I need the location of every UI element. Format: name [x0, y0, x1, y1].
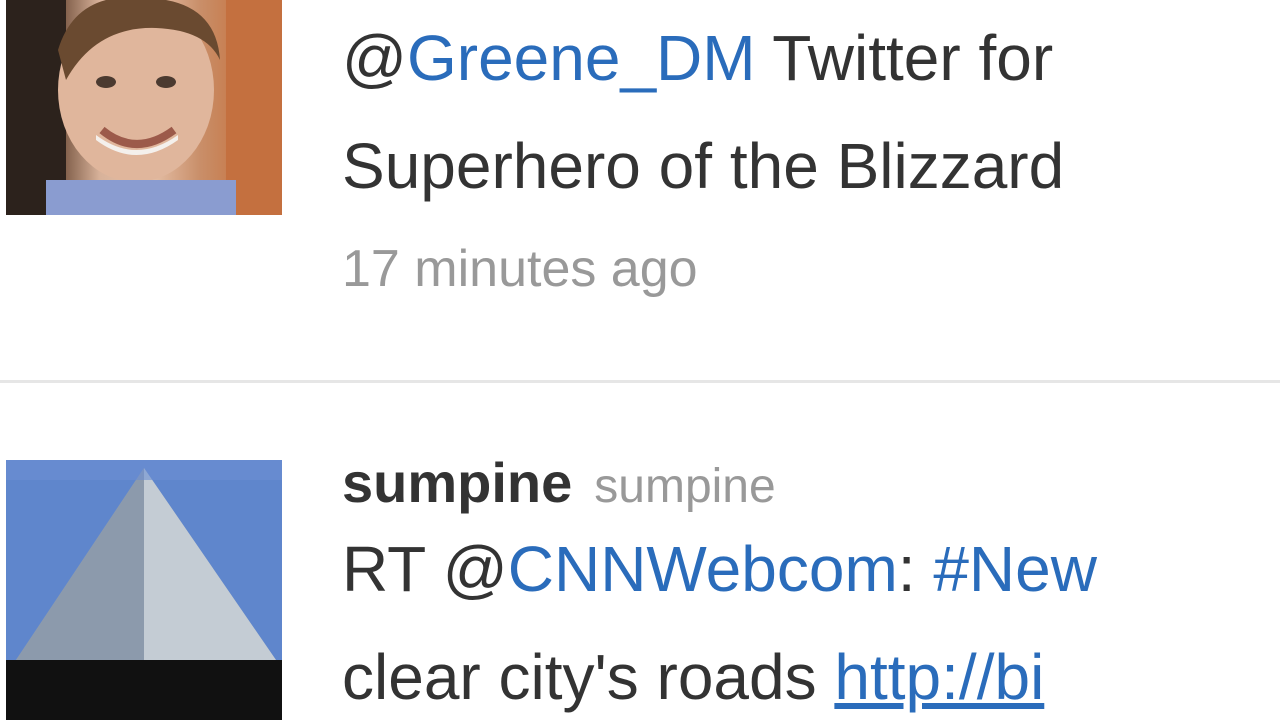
timestamp-link[interactable]: 17 minutes ago — [342, 240, 698, 298]
url-link[interactable]: http://bi — [834, 641, 1044, 713]
tweet-item: sumpine sumpine RT @CNNWebcom: #New clear… — [0, 386, 1280, 720]
tweet-text: : — [897, 533, 934, 605]
tweet-text-line: @Greene_DM Twitter for — [342, 4, 1280, 112]
tweet-text-line: RT @CNNWebcom: #New — [342, 515, 1280, 623]
profile-photo-pyramid-icon — [6, 460, 282, 720]
tweet-text-line: Superhero of the Blizzard — [342, 112, 1280, 220]
mention-link[interactable]: Greene_DM — [407, 22, 756, 94]
profile-photo-man-icon — [6, 0, 282, 215]
tweet-feed: @Greene_DM Twitter for Superhero of the … — [0, 0, 1280, 720]
full-name: sumpine — [594, 460, 776, 513]
tweet-timestamp[interactable]: 17 minutes ago — [342, 224, 1280, 314]
tweet-text: Twitter for — [755, 22, 1054, 94]
tweet-content: @Greene_DM Twitter for Superhero of the … — [342, 0, 1280, 314]
mention-link[interactable]: CNNWebcom — [508, 533, 898, 605]
tweet-text: Superhero of the Blizzard — [342, 130, 1065, 202]
hashtag-link[interactable]: #New — [933, 533, 1097, 605]
avatar[interactable] — [6, 460, 282, 720]
mention-at: @ — [342, 22, 407, 94]
screen-name-link[interactable]: sumpine — [342, 451, 572, 514]
tweet-text: clear city's roads — [342, 641, 835, 713]
user-line: sumpine sumpine — [342, 451, 1280, 515]
tweet-item: @Greene_DM Twitter for Superhero of the … — [0, 0, 1280, 380]
retweet-prefix: RT @ — [342, 533, 508, 605]
tweet-content: sumpine sumpine RT @CNNWebcom: #New clear… — [342, 451, 1280, 720]
tweet-divider — [0, 380, 1280, 383]
avatar[interactable] — [6, 0, 282, 215]
tweet-text-line: clear city's roads http://bi — [342, 623, 1280, 720]
